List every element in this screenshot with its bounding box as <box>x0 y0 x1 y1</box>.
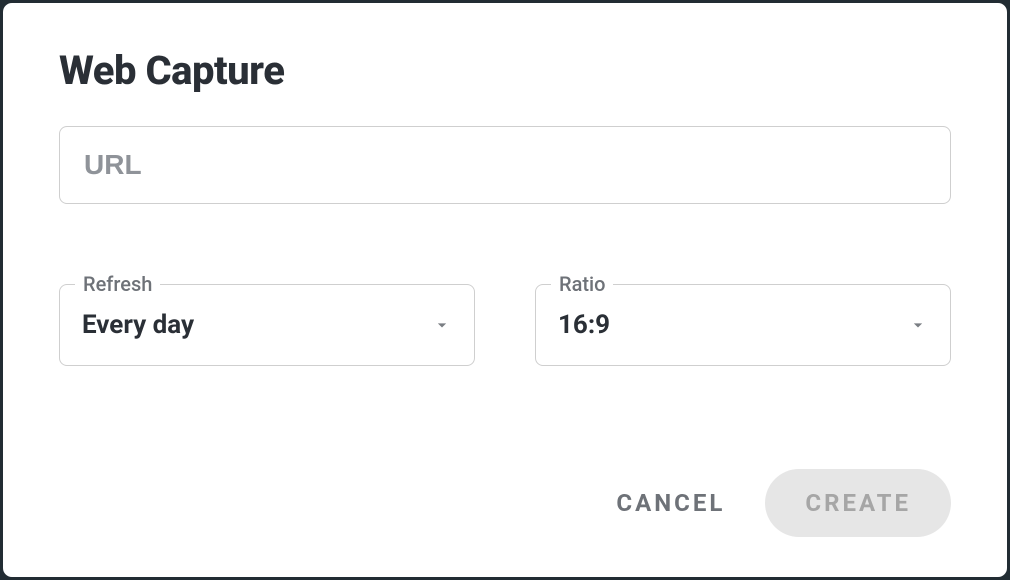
ratio-label: Ratio <box>551 272 613 296</box>
refresh-field: Refresh Every day <box>59 284 475 366</box>
url-field <box>59 126 951 204</box>
create-button[interactable]: CREATE <box>765 469 951 537</box>
ratio-select[interactable]: 16:9 <box>535 284 951 366</box>
caret-down-icon <box>432 315 452 335</box>
caret-down-icon <box>908 315 928 335</box>
web-capture-dialog: Web Capture Refresh Every day Ratio 16:9 <box>0 0 1010 580</box>
refresh-value: Every day <box>82 310 194 340</box>
url-input[interactable] <box>59 126 951 204</box>
options-row: Refresh Every day Ratio 16:9 <box>59 284 951 366</box>
ratio-value: 16:9 <box>558 310 610 340</box>
dialog-actions: CANCEL CREATE <box>59 469 951 537</box>
refresh-select[interactable]: Every day <box>59 284 475 366</box>
cancel-button[interactable]: CANCEL <box>604 471 737 535</box>
refresh-label: Refresh <box>75 272 160 296</box>
dialog-title: Web Capture <box>59 47 951 94</box>
ratio-field: Ratio 16:9 <box>535 284 951 366</box>
